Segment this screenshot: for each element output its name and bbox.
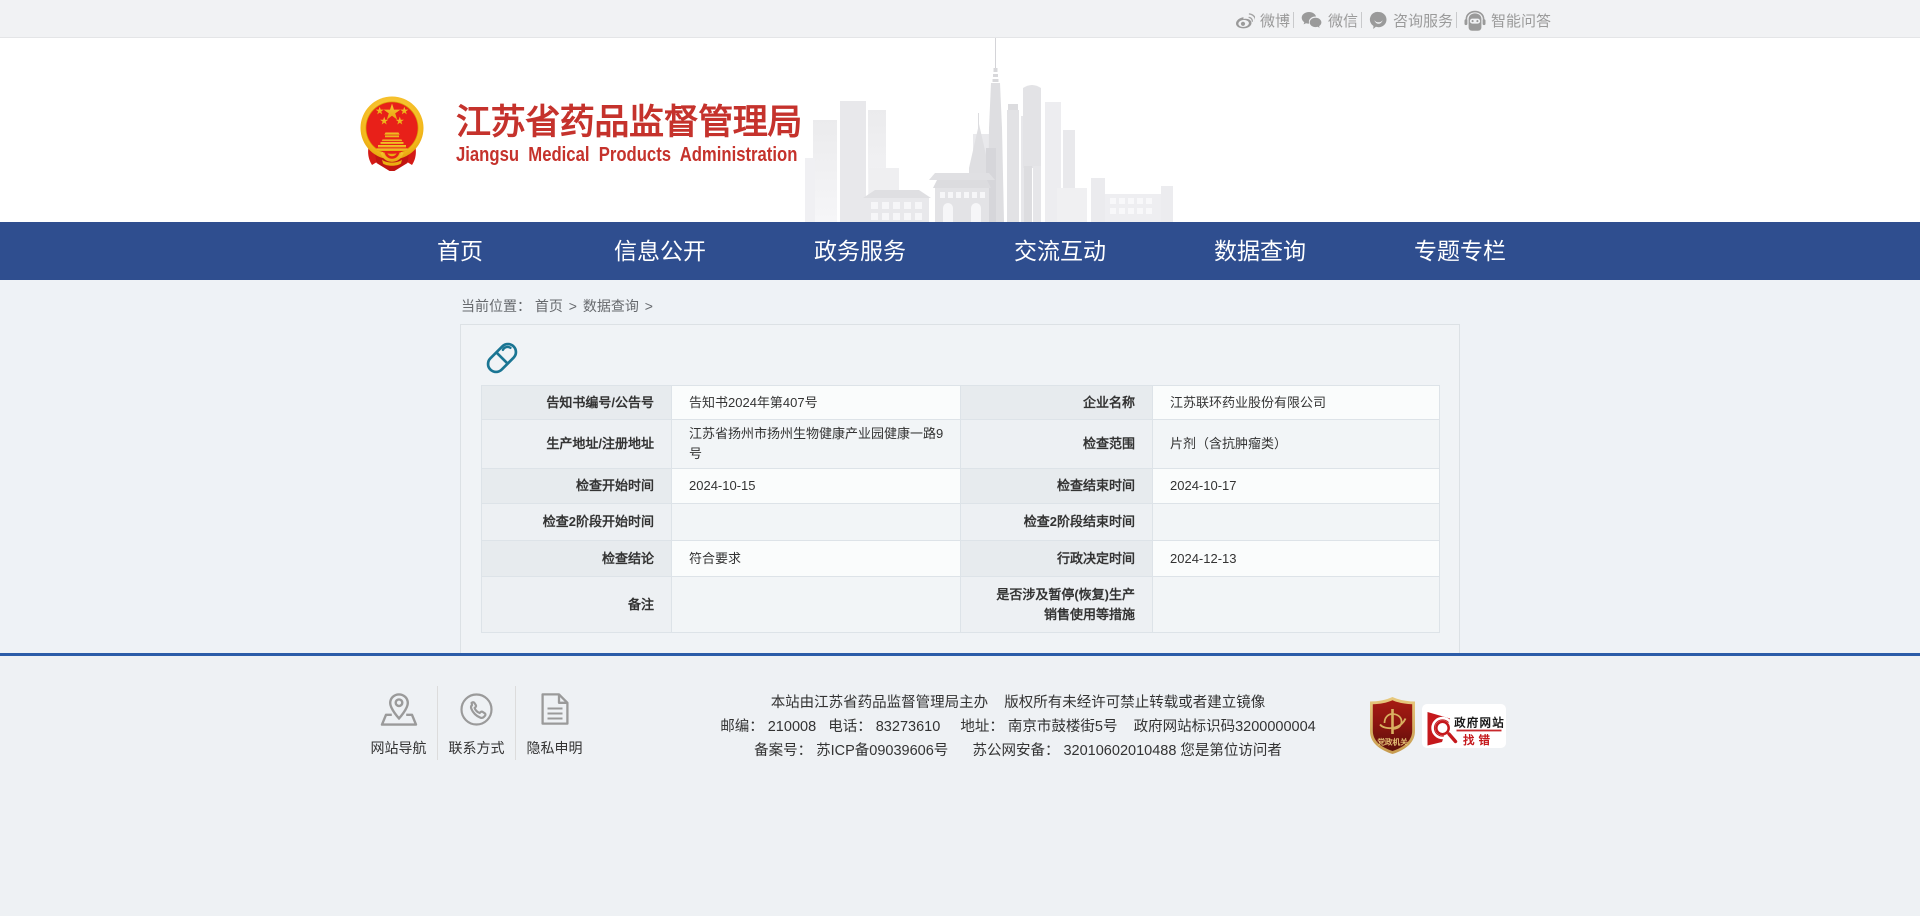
svg-text:党政机关: 党政机关 — [1377, 737, 1408, 747]
svg-text:找错: 找错 — [1463, 733, 1494, 747]
svg-text:政府网站: 政府网站 — [1454, 715, 1505, 729]
